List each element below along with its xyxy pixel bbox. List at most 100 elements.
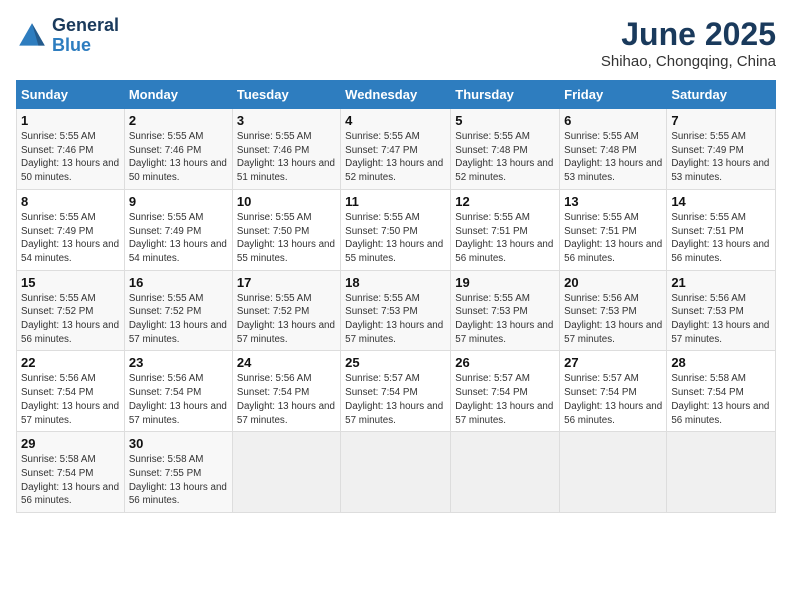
- day-number: 9: [129, 194, 228, 209]
- logo-text: General Blue: [52, 16, 119, 56]
- day-cell-29: 29 Sunrise: 5:58 AM Sunset: 7:54 PM Dayl…: [17, 432, 125, 513]
- day-detail: Sunrise: 5:55 AM Sunset: 7:52 PM Dayligh…: [21, 292, 120, 347]
- day-detail: Sunrise: 5:55 AM Sunset: 7:53 PM Dayligh…: [345, 292, 446, 347]
- header-friday: Friday: [560, 81, 667, 109]
- day-cell-23: 23 Sunrise: 5:56 AM Sunset: 7:54 PM Dayl…: [124, 351, 232, 432]
- day-number: 22: [21, 355, 120, 370]
- day-cell-13: 13 Sunrise: 5:55 AM Sunset: 7:51 PM Dayl…: [560, 189, 667, 270]
- day-number: 14: [671, 194, 771, 209]
- empty-cell: [560, 432, 667, 513]
- day-cell-26: 26 Sunrise: 5:57 AM Sunset: 7:54 PM Dayl…: [451, 351, 560, 432]
- calendar-row: 22 Sunrise: 5:56 AM Sunset: 7:54 PM Dayl…: [17, 351, 776, 432]
- weekday-header-row: Sunday Monday Tuesday Wednesday Thursday…: [17, 81, 776, 109]
- calendar-row: 8 Sunrise: 5:55 AM Sunset: 7:49 PM Dayli…: [17, 189, 776, 270]
- day-cell-7: 7 Sunrise: 5:55 AM Sunset: 7:49 PM Dayli…: [667, 109, 776, 190]
- day-detail: Sunrise: 5:55 AM Sunset: 7:51 PM Dayligh…: [564, 211, 662, 266]
- header-monday: Monday: [124, 81, 232, 109]
- day-detail: Sunrise: 5:55 AM Sunset: 7:48 PM Dayligh…: [564, 130, 662, 185]
- day-detail: Sunrise: 5:56 AM Sunset: 7:54 PM Dayligh…: [21, 372, 120, 427]
- day-detail: Sunrise: 5:58 AM Sunset: 7:55 PM Dayligh…: [129, 453, 228, 508]
- day-number: 18: [345, 275, 446, 290]
- day-detail: Sunrise: 5:55 AM Sunset: 7:49 PM Dayligh…: [129, 211, 228, 266]
- day-number: 3: [237, 113, 336, 128]
- day-number: 11: [345, 194, 446, 209]
- day-number: 5: [455, 113, 555, 128]
- day-detail: Sunrise: 5:55 AM Sunset: 7:52 PM Dayligh…: [237, 292, 336, 347]
- day-detail: Sunrise: 5:55 AM Sunset: 7:51 PM Dayligh…: [671, 211, 771, 266]
- empty-cell: [232, 432, 340, 513]
- empty-cell: [667, 432, 776, 513]
- day-detail: Sunrise: 5:57 AM Sunset: 7:54 PM Dayligh…: [345, 372, 446, 427]
- day-cell-16: 16 Sunrise: 5:55 AM Sunset: 7:52 PM Dayl…: [124, 270, 232, 351]
- header-thursday: Thursday: [451, 81, 560, 109]
- day-detail: Sunrise: 5:55 AM Sunset: 7:49 PM Dayligh…: [21, 211, 120, 266]
- day-detail: Sunrise: 5:55 AM Sunset: 7:46 PM Dayligh…: [237, 130, 336, 185]
- day-number: 2: [129, 113, 228, 128]
- day-number: 21: [671, 275, 771, 290]
- day-cell-24: 24 Sunrise: 5:56 AM Sunset: 7:54 PM Dayl…: [232, 351, 340, 432]
- day-number: 17: [237, 275, 336, 290]
- calendar-row: 29 Sunrise: 5:58 AM Sunset: 7:54 PM Dayl…: [17, 432, 776, 513]
- day-number: 7: [671, 113, 771, 128]
- day-cell-10: 10 Sunrise: 5:55 AM Sunset: 7:50 PM Dayl…: [232, 189, 340, 270]
- day-cell-18: 18 Sunrise: 5:55 AM Sunset: 7:53 PM Dayl…: [341, 270, 451, 351]
- day-number: 10: [237, 194, 336, 209]
- day-detail: Sunrise: 5:55 AM Sunset: 7:53 PM Dayligh…: [455, 292, 555, 347]
- day-number: 20: [564, 275, 662, 290]
- location: Shihao, Chongqing, China: [601, 53, 776, 70]
- day-cell-6: 6 Sunrise: 5:55 AM Sunset: 7:48 PM Dayli…: [560, 109, 667, 190]
- day-number: 26: [455, 355, 555, 370]
- calendar-row: 15 Sunrise: 5:55 AM Sunset: 7:52 PM Dayl…: [17, 270, 776, 351]
- day-cell-3: 3 Sunrise: 5:55 AM Sunset: 7:46 PM Dayli…: [232, 109, 340, 190]
- day-detail: Sunrise: 5:55 AM Sunset: 7:51 PM Dayligh…: [455, 211, 555, 266]
- day-cell-8: 8 Sunrise: 5:55 AM Sunset: 7:49 PM Dayli…: [17, 189, 125, 270]
- day-cell-15: 15 Sunrise: 5:55 AM Sunset: 7:52 PM Dayl…: [17, 270, 125, 351]
- day-number: 29: [21, 436, 120, 451]
- day-cell-9: 9 Sunrise: 5:55 AM Sunset: 7:49 PM Dayli…: [124, 189, 232, 270]
- day-number: 19: [455, 275, 555, 290]
- day-cell-20: 20 Sunrise: 5:56 AM Sunset: 7:53 PM Dayl…: [560, 270, 667, 351]
- day-number: 4: [345, 113, 446, 128]
- day-cell-2: 2 Sunrise: 5:55 AM Sunset: 7:46 PM Dayli…: [124, 109, 232, 190]
- day-number: 13: [564, 194, 662, 209]
- day-number: 28: [671, 355, 771, 370]
- day-number: 16: [129, 275, 228, 290]
- day-detail: Sunrise: 5:56 AM Sunset: 7:54 PM Dayligh…: [129, 372, 228, 427]
- day-cell-28: 28 Sunrise: 5:58 AM Sunset: 7:54 PM Dayl…: [667, 351, 776, 432]
- day-detail: Sunrise: 5:55 AM Sunset: 7:48 PM Dayligh…: [455, 130, 555, 185]
- day-number: 25: [345, 355, 446, 370]
- day-detail: Sunrise: 5:55 AM Sunset: 7:46 PM Dayligh…: [21, 130, 120, 185]
- day-detail: Sunrise: 5:55 AM Sunset: 7:52 PM Dayligh…: [129, 292, 228, 347]
- day-detail: Sunrise: 5:55 AM Sunset: 7:50 PM Dayligh…: [237, 211, 336, 266]
- logo: General Blue: [16, 16, 119, 56]
- header-sunday: Sunday: [17, 81, 125, 109]
- logo-icon: [16, 20, 48, 52]
- day-cell-21: 21 Sunrise: 5:56 AM Sunset: 7:53 PM Dayl…: [667, 270, 776, 351]
- day-cell-11: 11 Sunrise: 5:55 AM Sunset: 7:50 PM Dayl…: [341, 189, 451, 270]
- day-cell-19: 19 Sunrise: 5:55 AM Sunset: 7:53 PM Dayl…: [451, 270, 560, 351]
- header-saturday: Saturday: [667, 81, 776, 109]
- day-number: 24: [237, 355, 336, 370]
- empty-cell: [451, 432, 560, 513]
- day-detail: Sunrise: 5:57 AM Sunset: 7:54 PM Dayligh…: [564, 372, 662, 427]
- day-number: 1: [21, 113, 120, 128]
- day-cell-17: 17 Sunrise: 5:55 AM Sunset: 7:52 PM Dayl…: [232, 270, 340, 351]
- day-number: 8: [21, 194, 120, 209]
- day-number: 30: [129, 436, 228, 451]
- empty-cell: [341, 432, 451, 513]
- calendar-row: 1 Sunrise: 5:55 AM Sunset: 7:46 PM Dayli…: [17, 109, 776, 190]
- title-area: June 2025 Shihao, Chongqing, China: [601, 16, 776, 70]
- day-detail: Sunrise: 5:58 AM Sunset: 7:54 PM Dayligh…: [671, 372, 771, 427]
- day-detail: Sunrise: 5:55 AM Sunset: 7:49 PM Dayligh…: [671, 130, 771, 185]
- day-detail: Sunrise: 5:58 AM Sunset: 7:54 PM Dayligh…: [21, 453, 120, 508]
- day-cell-5: 5 Sunrise: 5:55 AM Sunset: 7:48 PM Dayli…: [451, 109, 560, 190]
- month-year: June 2025: [601, 16, 776, 53]
- day-cell-30: 30 Sunrise: 5:58 AM Sunset: 7:55 PM Dayl…: [124, 432, 232, 513]
- calendar-table: Sunday Monday Tuesday Wednesday Thursday…: [16, 80, 776, 513]
- day-detail: Sunrise: 5:55 AM Sunset: 7:47 PM Dayligh…: [345, 130, 446, 185]
- day-detail: Sunrise: 5:55 AM Sunset: 7:46 PM Dayligh…: [129, 130, 228, 185]
- day-cell-12: 12 Sunrise: 5:55 AM Sunset: 7:51 PM Dayl…: [451, 189, 560, 270]
- day-number: 6: [564, 113, 662, 128]
- header: General Blue June 2025 Shihao, Chongqing…: [16, 16, 776, 70]
- day-detail: Sunrise: 5:56 AM Sunset: 7:53 PM Dayligh…: [564, 292, 662, 347]
